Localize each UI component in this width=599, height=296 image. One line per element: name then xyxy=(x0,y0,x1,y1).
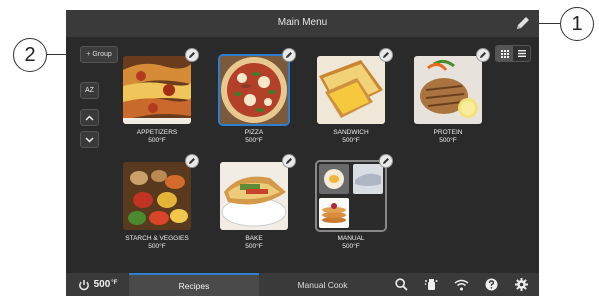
tab-recipes[interactable]: Recipes xyxy=(129,273,259,296)
scroll-down-button[interactable] xyxy=(80,131,99,148)
tile-label: SANDWICH 500°F xyxy=(333,129,369,144)
manual-image xyxy=(315,160,387,232)
top-bar: Main Menu xyxy=(66,10,539,37)
page-title: Main Menu xyxy=(277,17,328,28)
tile-label: APPETIZERS 500°F xyxy=(136,129,178,144)
recipe-tile-bake[interactable]: BAKE 500°F xyxy=(218,154,296,250)
recipe-tile-appetizers[interactable]: APPETIZERS 500°F xyxy=(121,48,199,144)
recipe-tile-protein[interactable]: PROTEIN 500°F xyxy=(412,48,490,144)
sandwich-image xyxy=(315,54,387,126)
tile-label: BAKE 500°F xyxy=(245,235,263,250)
recipe-tile-sandwich[interactable]: SANDWICH 500°F xyxy=(315,48,393,144)
temp-unit: °F xyxy=(111,279,118,286)
settings-button[interactable] xyxy=(506,273,536,296)
stage: 2 1 Main Menu + Group AZ APPETIZERS 500°… xyxy=(0,0,599,296)
bake-image xyxy=(218,160,290,232)
wifi-icon xyxy=(454,279,468,290)
help-button[interactable] xyxy=(476,273,506,296)
power-temp-button[interactable]: 500 °F xyxy=(66,273,129,296)
callout-2: 2 xyxy=(13,38,47,72)
oven-screen: Main Menu + Group AZ APPETIZERS 500°F PI… xyxy=(66,10,539,296)
plus-icon: + xyxy=(86,51,91,58)
grid-icon xyxy=(500,49,509,58)
chevron-down-icon xyxy=(85,136,94,143)
sort-az-icon: AZ xyxy=(85,87,94,94)
callout-1: 1 xyxy=(560,7,594,41)
edit-pencil-icon[interactable] xyxy=(282,154,296,168)
tab-manual-cook[interactable]: Manual Cook xyxy=(259,273,386,296)
pencil-edit-icon[interactable] xyxy=(515,15,531,31)
edit-pencil-icon[interactable] xyxy=(379,154,393,168)
sort-az-button[interactable]: AZ xyxy=(80,82,99,99)
cleaning-button[interactable] xyxy=(416,273,446,296)
oven-temperature: 500 xyxy=(93,279,111,290)
bottom-bar: 500 °F Recipes Manual Cook xyxy=(66,273,539,296)
group-button-label: Group xyxy=(92,51,112,58)
chevron-up-icon xyxy=(85,114,94,121)
grid-view-button[interactable] xyxy=(496,46,513,61)
edit-pencil-icon[interactable] xyxy=(185,154,199,168)
help-icon xyxy=(485,278,497,291)
search-button[interactable] xyxy=(386,273,416,296)
list-view-button[interactable] xyxy=(513,46,530,61)
recipe-tile-manual[interactable]: MANUAL 500°F xyxy=(315,154,393,250)
edit-pencil-icon[interactable] xyxy=(185,48,199,62)
pizza-image xyxy=(218,54,290,126)
starch-veggies-image xyxy=(121,160,193,232)
tile-label: PIZZA 500°F xyxy=(244,129,264,144)
protein-image xyxy=(412,54,484,126)
scroll-up-button[interactable] xyxy=(80,109,99,126)
search-icon xyxy=(394,278,408,291)
edit-pencil-icon[interactable] xyxy=(379,48,393,62)
add-group-button[interactable]: + Group xyxy=(80,46,118,63)
view-toggle xyxy=(495,45,531,62)
tile-label: PROTEIN 500°F xyxy=(433,129,463,144)
recipe-tile-pizza[interactable]: PIZZA 500°F xyxy=(218,48,296,144)
gear-icon xyxy=(514,278,528,291)
power-icon xyxy=(78,279,89,290)
tile-label: STARCH & VEGGIES 500°F xyxy=(125,235,189,250)
recipe-grid-area: + Group AZ APPETIZERS 500°F PIZZA 500°F … xyxy=(66,37,539,273)
tile-label: MANUAL 500°F xyxy=(337,235,365,250)
wifi-button[interactable] xyxy=(446,273,476,296)
cleaning-icon xyxy=(424,279,438,290)
edit-pencil-icon[interactable] xyxy=(282,48,296,62)
appetizers-image xyxy=(121,54,193,126)
recipe-tile-starch-veggies[interactable]: STARCH & VEGGIES 500°F xyxy=(121,154,199,250)
edit-pencil-icon[interactable] xyxy=(476,48,490,62)
list-icon xyxy=(517,50,526,57)
